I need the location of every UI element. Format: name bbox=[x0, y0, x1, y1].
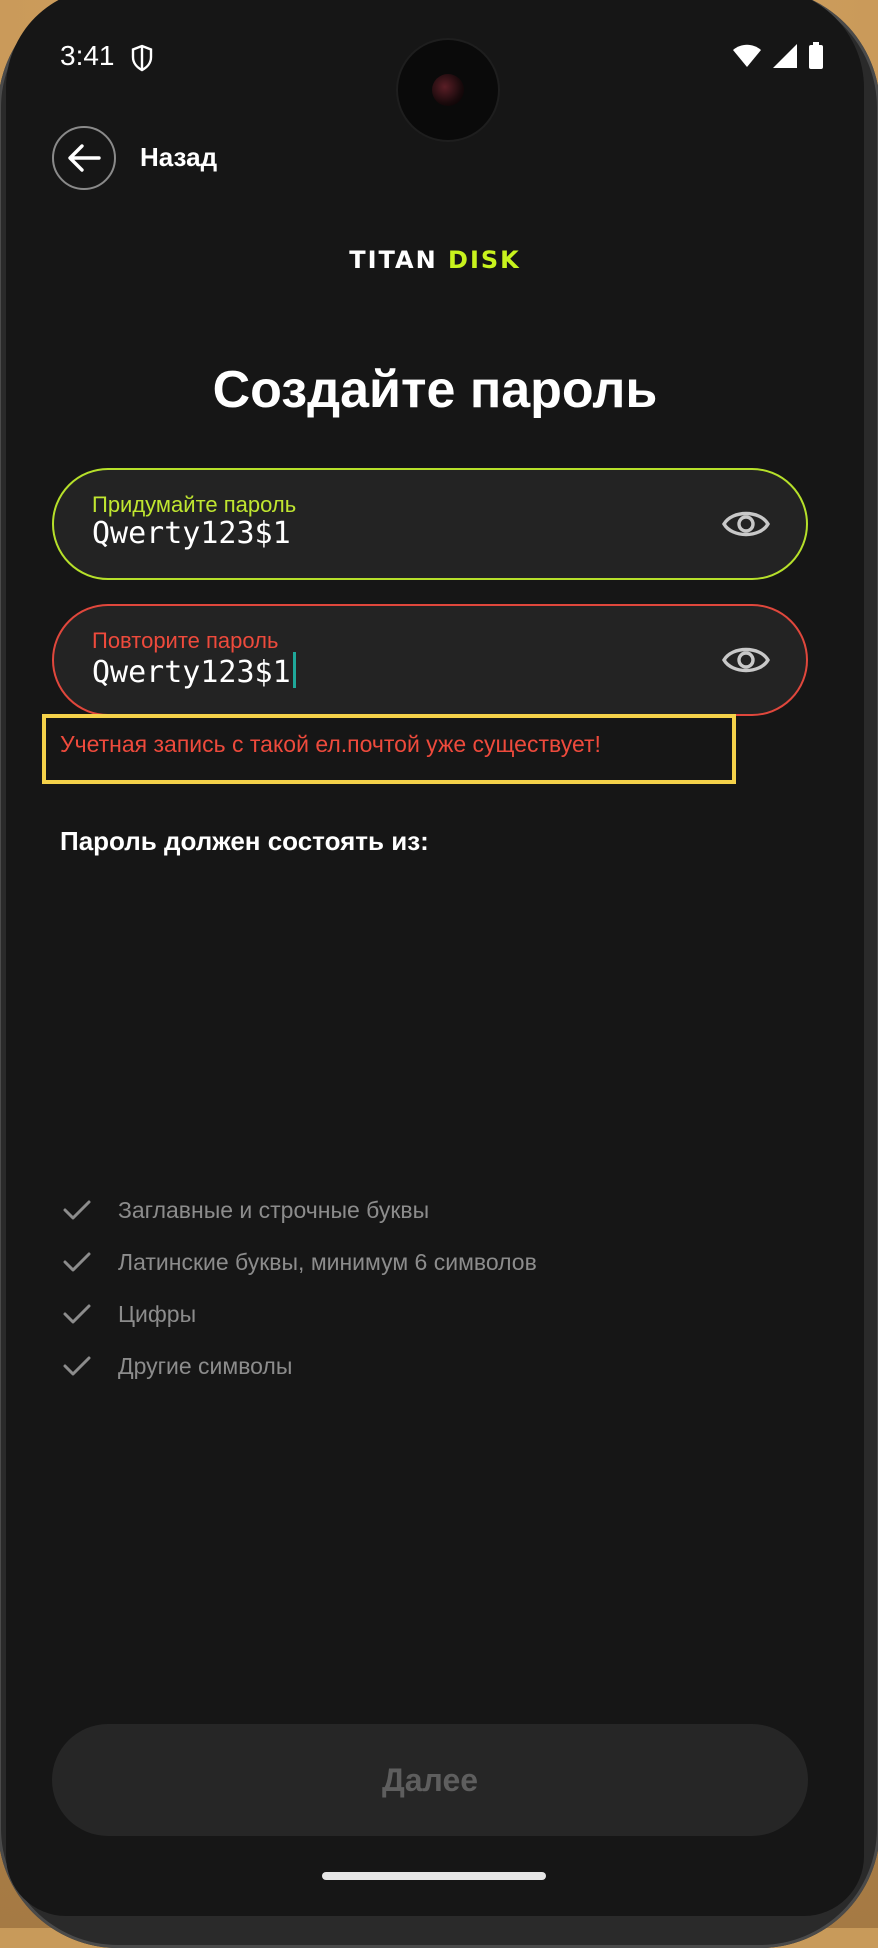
app-logo: TITAN DISK bbox=[6, 246, 864, 274]
arrow-left-icon bbox=[68, 144, 101, 172]
shield-icon bbox=[131, 44, 153, 72]
check-icon bbox=[63, 1200, 91, 1220]
requirement-item: Другие символы bbox=[62, 1340, 537, 1392]
requirement-item: Цифры bbox=[62, 1288, 537, 1340]
home-indicator[interactable] bbox=[322, 1872, 546, 1880]
back-label[interactable]: Назад bbox=[140, 142, 217, 173]
password-field[interactable]: Придумайте пароль Qwerty123$1 bbox=[52, 468, 808, 580]
password-field-label: Придумайте пароль bbox=[92, 492, 297, 517]
logo-part-disk: DISK bbox=[448, 246, 521, 274]
check-icon bbox=[63, 1252, 91, 1272]
requirement-label: Латинские буквы, минимум 6 символов bbox=[118, 1248, 537, 1275]
page-title: Создайте пароль bbox=[212, 361, 658, 419]
requirement-label: Заглавные и строчные буквы bbox=[118, 1196, 430, 1223]
show-repeat-password-icon[interactable] bbox=[722, 640, 770, 680]
background: 3:41 Назад TITAN DISK Создайте пароль Пр… bbox=[0, 0, 878, 1948]
front-camera bbox=[398, 40, 498, 140]
repeat-password-value[interactable]: Qwerty123$1 bbox=[92, 655, 291, 690]
requirement-label: Другие символы bbox=[118, 1352, 293, 1379]
app-screen: 3:41 Назад TITAN DISK Создайте пароль Пр… bbox=[6, 0, 864, 1916]
repeat-password-value-wrap[interactable]: Qwerty123$1 bbox=[92, 652, 296, 690]
show-password-icon[interactable] bbox=[722, 504, 770, 544]
requirement-item: Латинские буквы, минимум 6 символов bbox=[62, 1236, 537, 1288]
requirements-heading: Пароль должен состоять из: bbox=[60, 826, 429, 856]
status-icons bbox=[732, 42, 824, 70]
requirement-label: Цифры bbox=[118, 1300, 197, 1327]
next-button[interactable]: Далее bbox=[52, 1724, 808, 1836]
repeat-password-field[interactable]: Повторите пароль Qwerty123$1 bbox=[52, 604, 808, 716]
error-message: Учетная запись с такой ел.почтой уже сущ… bbox=[60, 731, 601, 757]
signal-icon bbox=[773, 44, 797, 68]
next-button-label: Далее bbox=[381, 1761, 479, 1798]
password-field-value[interactable]: Qwerty123$1 bbox=[92, 516, 291, 551]
requirement-item: Заглавные и строчные буквы bbox=[62, 1184, 537, 1236]
check-icon bbox=[63, 1356, 91, 1376]
battery-icon bbox=[809, 42, 823, 69]
logo-part-titan: TITAN bbox=[349, 246, 438, 274]
wifi-icon bbox=[733, 44, 761, 67]
check-icon bbox=[63, 1304, 91, 1324]
requirements-list: Заглавные и строчные буквы Латинские бук… bbox=[62, 1184, 537, 1392]
back-button[interactable] bbox=[52, 126, 116, 190]
phone-frame: 3:41 Назад TITAN DISK Создайте пароль Пр… bbox=[0, 0, 878, 1948]
text-caret bbox=[292, 652, 296, 688]
repeat-password-label: Повторите пароль bbox=[92, 628, 279, 653]
status-time: 3:41 bbox=[60, 40, 115, 71]
